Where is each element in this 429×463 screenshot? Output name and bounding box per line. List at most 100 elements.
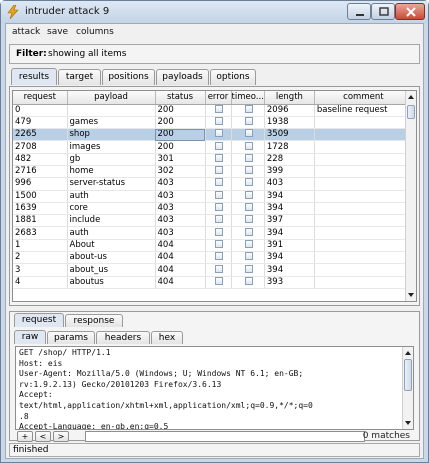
- table-row[interactable]: 1500 auth 403 394: [13, 190, 413, 203]
- tab-results[interactable]: results: [11, 68, 57, 85]
- scroll-down-icon[interactable]: [406, 290, 416, 300]
- tab-target[interactable]: target: [58, 69, 101, 85]
- menu-attack[interactable]: attack: [12, 27, 40, 37]
- maximize-button[interactable]: [371, 3, 395, 20]
- add-match-button[interactable]: +: [17, 431, 33, 442]
- error-checkbox-cell[interactable]: [205, 104, 232, 117]
- timeout-checkbox-cell[interactable]: [231, 104, 265, 117]
- error-checkbox-cell[interactable]: [205, 214, 232, 228]
- search-input[interactable]: [85, 431, 365, 442]
- tab-response[interactable]: response: [65, 314, 123, 327]
- error-checkbox-cell[interactable]: [205, 190, 232, 203]
- column-header-length[interactable]: length: [264, 91, 315, 105]
- error-checkbox-cell[interactable]: [205, 239, 232, 253]
- minimize-button[interactable]: [347, 3, 371, 20]
- timeout-checkbox[interactable]: [244, 252, 253, 261]
- error-checkbox[interactable]: [215, 190, 223, 199]
- table-row[interactable]: 2265 shop 200 3509: [13, 128, 413, 142]
- timeout-checkbox[interactable]: [244, 178, 253, 187]
- error-checkbox[interactable]: [215, 203, 223, 212]
- timeout-checkbox[interactable]: [244, 264, 253, 273]
- timeout-checkbox[interactable]: [244, 129, 253, 138]
- error-checkbox[interactable]: [215, 178, 223, 187]
- title-bar[interactable]: intruder attack 9: [1, 1, 428, 23]
- column-header-comment[interactable]: comment: [314, 91, 413, 105]
- timeout-checkbox-cell[interactable]: [231, 276, 265, 289]
- error-checkbox[interactable]: [215, 227, 223, 236]
- next-match-button[interactable]: >: [53, 431, 69, 442]
- error-checkbox[interactable]: [215, 129, 223, 138]
- timeout-checkbox-cell[interactable]: [231, 263, 265, 277]
- error-checkbox-cell[interactable]: [205, 116, 232, 130]
- timeout-checkbox[interactable]: [244, 104, 253, 113]
- error-checkbox[interactable]: [215, 166, 223, 175]
- error-checkbox[interactable]: [215, 116, 223, 125]
- tab-raw[interactable]: raw: [14, 330, 46, 344]
- timeout-checkbox-cell[interactable]: [231, 140, 265, 154]
- column-header-error[interactable]: error: [205, 91, 232, 105]
- filter-bar[interactable]: Filter: showing all items: [9, 44, 420, 64]
- error-checkbox[interactable]: [215, 104, 223, 113]
- error-checkbox-cell[interactable]: [205, 177, 232, 191]
- timeout-checkbox-cell[interactable]: [231, 226, 265, 240]
- table-row[interactable]: 1639 core 403 394: [13, 202, 413, 216]
- request-raw-text[interactable]: GET /shop/ HTTP/1.1 Host: eis User-Agent…: [16, 347, 413, 429]
- error-checkbox[interactable]: [215, 239, 223, 248]
- request-scrollbar[interactable]: [402, 347, 413, 429]
- close-button[interactable]: [395, 3, 425, 20]
- tab-hex[interactable]: hex: [151, 331, 183, 344]
- table-row[interactable]: 1881 include 403 397: [13, 214, 413, 228]
- table-row[interactable]: 2716 home 302 399: [13, 165, 413, 179]
- timeout-checkbox-cell[interactable]: [231, 214, 265, 228]
- request-text-area[interactable]: GET /shop/ HTTP/1.1 Host: eis User-Agent…: [15, 346, 414, 430]
- timeout-checkbox[interactable]: [244, 153, 253, 162]
- table-row[interactable]: 996 server-status 403 403: [13, 177, 413, 191]
- table-row[interactable]: 4 aboutus 404 393: [13, 276, 413, 289]
- error-checkbox[interactable]: [215, 141, 223, 150]
- table-row[interactable]: 482 gb 301 228: [13, 153, 413, 166]
- error-checkbox-cell[interactable]: [205, 153, 232, 166]
- error-checkbox[interactable]: [215, 215, 223, 224]
- timeout-checkbox-cell[interactable]: [231, 202, 265, 216]
- error-checkbox-cell[interactable]: [205, 202, 232, 216]
- table-row[interactable]: 2708 images 200 1728: [13, 140, 413, 154]
- tab-request[interactable]: request: [14, 313, 64, 327]
- timeout-checkbox[interactable]: [244, 227, 253, 236]
- scroll-up-icon[interactable]: [406, 92, 416, 102]
- error-checkbox[interactable]: [215, 153, 223, 162]
- timeout-checkbox-cell[interactable]: [231, 116, 265, 130]
- tab-params[interactable]: params: [47, 331, 95, 344]
- table-row[interactable]: 3 about_us 404 394: [13, 263, 413, 277]
- timeout-checkbox[interactable]: [244, 276, 253, 285]
- timeout-checkbox[interactable]: [244, 203, 253, 212]
- timeout-checkbox[interactable]: [244, 116, 253, 125]
- error-checkbox-cell[interactable]: [205, 251, 232, 265]
- table-row[interactable]: 2683 auth 403 394: [13, 226, 413, 240]
- error-checkbox-cell[interactable]: [205, 140, 232, 154]
- table-row[interactable]: 479 games 200 1938: [13, 116, 413, 130]
- column-header-timeout[interactable]: timeo...: [231, 91, 265, 105]
- timeout-checkbox-cell[interactable]: [231, 177, 265, 191]
- scroll-down-icon[interactable]: [403, 418, 413, 428]
- tab-options[interactable]: options: [210, 69, 256, 85]
- error-checkbox-cell[interactable]: [205, 128, 232, 142]
- timeout-checkbox-cell[interactable]: [231, 251, 265, 265]
- error-checkbox-cell[interactable]: [205, 165, 232, 179]
- table-row[interactable]: 1 About 404 391: [13, 239, 413, 253]
- tab-positions[interactable]: positions: [102, 69, 155, 85]
- timeout-checkbox[interactable]: [244, 239, 253, 248]
- column-header-status[interactable]: status: [155, 91, 206, 105]
- timeout-checkbox-cell[interactable]: [231, 190, 265, 203]
- error-checkbox-cell[interactable]: [205, 276, 232, 289]
- column-header-request[interactable]: request: [13, 91, 68, 105]
- timeout-checkbox-cell[interactable]: [231, 165, 265, 179]
- previous-match-button[interactable]: <: [35, 431, 51, 442]
- timeout-checkbox[interactable]: [244, 166, 253, 175]
- menu-columns[interactable]: columns: [76, 27, 114, 37]
- table-row[interactable]: 2 about-us 404 394: [13, 251, 413, 265]
- tab-headers[interactable]: headers: [96, 331, 150, 344]
- timeout-checkbox[interactable]: [244, 215, 253, 224]
- column-header-payload[interactable]: payload: [67, 91, 156, 105]
- scroll-thumb[interactable]: [407, 105, 415, 119]
- timeout-checkbox-cell[interactable]: [231, 239, 265, 253]
